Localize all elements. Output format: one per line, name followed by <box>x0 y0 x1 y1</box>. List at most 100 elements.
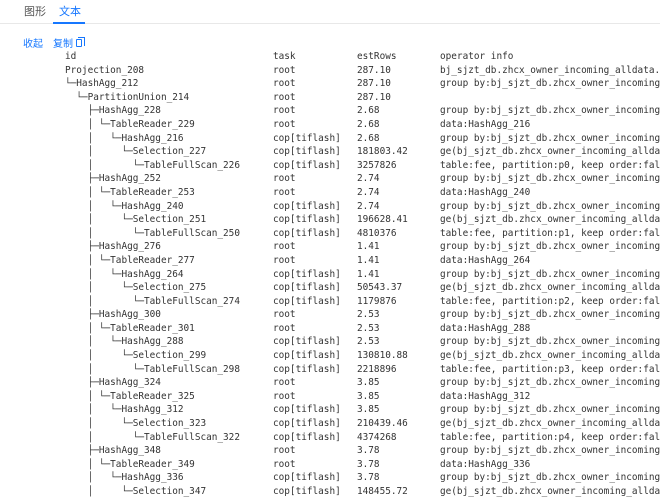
table-row: │ └─TableReader_349 root 3.78 data:HashAgg_… <box>0 458 660 472</box>
cell-id: │ └─TableFullScan_298 <box>65 363 240 375</box>
copy-label: 复制 <box>53 39 73 50</box>
cell-id: │ └─Selection_323 <box>65 418 207 430</box>
cell-id: ├─HashAgg_252 <box>65 173 161 185</box>
tab-bar: 图形 文本 <box>0 0 660 24</box>
table-row: │ └─TableReader_325 root 3.85 data:HashAgg_… <box>0 390 660 404</box>
cell-id: └─PartitionUnion_214 <box>65 91 190 103</box>
cell-task: cop[tiflash] <box>273 132 341 144</box>
cell-id: │ └─HashAgg_288 <box>65 336 184 348</box>
action-bar: 收起 复制 <box>23 35 92 50</box>
cell-operator-info: data:HashAgg_240 <box>440 186 531 198</box>
cell-id: │ └─Selection_251 <box>65 214 207 226</box>
tab-text[interactable]: 文本 <box>59 3 81 19</box>
cell-task: cop[tiflash] <box>273 404 341 416</box>
cell-estrows: 4374268 <box>357 431 397 443</box>
cell-estrows: 3257826 <box>357 159 397 171</box>
cell-estrows: 1.41 <box>357 241 380 253</box>
cell-operator-info: data:HashAgg_336 <box>440 458 531 470</box>
active-tab-indicator <box>53 22 85 24</box>
cell-estrows: 3.78 <box>357 458 380 470</box>
cell-estrows: 2.74 <box>357 186 380 198</box>
cell-operator-info: table:fee, partition:p3, keep order:fals… <box>440 363 660 375</box>
cell-id: │ └─TableReader_253 <box>65 186 195 198</box>
cell-operator-info: group by:bj_sjzt_db.zhcx_owner_incoming_… <box>440 173 660 185</box>
header-id: id <box>65 51 77 62</box>
cell-task: root <box>273 322 296 334</box>
cell-task: cop[tiflash] <box>273 363 341 375</box>
cell-estrows: 287.10 <box>357 91 391 103</box>
table-row: │ └─TableReader_253 root 2.74 data:HashAgg_… <box>0 186 660 200</box>
cell-estrows: 4810376 <box>357 227 397 239</box>
cell-operator-info: group by:bj_sjzt_db.zhcx_owner_incoming_… <box>440 472 660 484</box>
cell-task: cop[tiflash] <box>273 472 341 484</box>
cell-estrows: 2.53 <box>357 309 380 321</box>
table-row: Projection_208 root 287.10 bj_sjzt_db.zhcx_… <box>0 64 660 78</box>
cell-operator-info: table:fee, partition:p2, keep order:fals… <box>440 295 660 307</box>
cell-id: │ └─TableReader_229 <box>65 118 195 130</box>
cell-id: ├─HashAgg_276 <box>65 241 161 253</box>
cell-estrows: 1.41 <box>357 268 380 280</box>
cell-operator-info: group by:bj_sjzt_db.zhcx_owner_incoming_… <box>440 132 660 144</box>
table-row: ├─HashAgg_276 root 1.41 group by:bj_sjzt_db… <box>0 240 660 254</box>
cell-estrows: 3.78 <box>357 445 380 457</box>
cell-estrows: 196628.41 <box>357 214 408 226</box>
cell-id: │ └─TableReader_349 <box>65 458 195 470</box>
cell-id: │ └─HashAgg_216 <box>65 132 184 144</box>
cell-task: cop[tiflash] <box>273 268 341 280</box>
cell-id: ├─HashAgg_300 <box>65 309 161 321</box>
cell-task: root <box>273 241 296 253</box>
cell-task: root <box>273 64 296 76</box>
cell-task: cop[tiflash] <box>273 295 341 307</box>
cell-id: │ └─HashAgg_312 <box>65 404 184 416</box>
cell-estrows: 287.10 <box>357 64 391 76</box>
cell-task: root <box>273 78 296 90</box>
cell-operator-info: group by:bj_sjzt_db.zhcx_owner_incoming_… <box>440 336 660 348</box>
collapse-button[interactable]: 收起 <box>23 35 43 50</box>
cell-operator-info: data:HashAgg_312 <box>440 390 531 402</box>
table-row: │ └─HashAgg_264 cop[tiflash] 1.41 group by:… <box>0 268 660 282</box>
cell-estrows: 287.10 <box>357 78 391 90</box>
cell-task: cop[tiflash] <box>273 214 341 226</box>
table-row: │ └─Selection_347 cop[tiflash] 148455.72 ge… <box>0 485 660 499</box>
cell-operator-info: ge(bj_sjzt_db.zhcx_owner_incoming_alldat… <box>440 282 660 294</box>
table-body: Projection_208 root 287.10 bj_sjzt_db.zhcx_… <box>0 64 660 499</box>
cell-task: cop[tiflash] <box>273 282 341 294</box>
cell-id: │ └─TableReader_325 <box>65 390 195 402</box>
table-row: │ └─Selection_323 cop[tiflash] 210439.46 ge… <box>0 417 660 431</box>
header-task: task <box>273 51 296 62</box>
header-estrows: estRows <box>357 51 397 62</box>
copy-button[interactable]: 复制 <box>53 35 85 50</box>
cell-task: root <box>273 91 296 103</box>
cell-operator-info: group by:bj_sjzt_db.zhcx_owner_incoming_… <box>440 377 660 389</box>
table-row: │ └─HashAgg_336 cop[tiflash] 3.78 group by:… <box>0 471 660 485</box>
cell-id: └─HashAgg_212 <box>65 78 139 90</box>
cell-estrows: 2.68 <box>357 105 380 117</box>
cell-task: cop[tiflash] <box>273 431 341 443</box>
cell-estrows: 50543.37 <box>357 282 403 294</box>
table-row: ├─HashAgg_228 root 2.68 group by:bj_sjzt_db… <box>0 104 660 118</box>
cell-estrows: 2.74 <box>357 200 380 212</box>
table-row: └─HashAgg_212 root 287.10 group by:bj_sjzt_… <box>0 77 660 91</box>
cell-id: ├─HashAgg_348 <box>65 445 161 457</box>
cell-operator-info: ge(bj_sjzt_db.zhcx_owner_incoming_alldat… <box>440 486 660 497</box>
cell-operator-info: group by:bj_sjzt_db.zhcx_owner_incoming_… <box>440 241 660 253</box>
cell-estrows: 2.68 <box>357 132 380 144</box>
cell-task: root <box>273 377 296 389</box>
cell-operator-info: group by:bj_sjzt_db.zhcx_owner_incoming_… <box>440 445 660 457</box>
cell-operator-info: ge(bj_sjzt_db.zhcx_owner_incoming_alldat… <box>440 418 660 430</box>
table-row: ├─HashAgg_348 root 3.78 group by:bj_sjzt_db… <box>0 444 660 458</box>
cell-estrows: 1.41 <box>357 254 380 266</box>
tab-graph[interactable]: 图形 <box>24 3 46 19</box>
cell-operator-info: group by:bj_sjzt_db.zhcx_owner_incoming_… <box>440 404 660 416</box>
cell-id: ├─HashAgg_324 <box>65 377 161 389</box>
table-row: ├─HashAgg_300 root 2.53 group by:bj_sjzt_db… <box>0 308 660 322</box>
cell-id: │ └─Selection_299 <box>65 350 207 362</box>
table-row: │ └─HashAgg_216 cop[tiflash] 2.68 group by:… <box>0 132 660 146</box>
cell-operator-info: group by:bj_sjzt_db.zhcx_owner_incoming_… <box>440 105 660 117</box>
table-row: │ └─TableFullScan_250 cop[tiflash] 4810376… <box>0 227 660 241</box>
cell-task: root <box>273 254 296 266</box>
table-row: └─PartitionUnion_214 root 287.10 <box>0 91 660 105</box>
table-row: │ └─TableFullScan_298 cop[tiflash] 2218896… <box>0 363 660 377</box>
cell-task: cop[tiflash] <box>273 350 341 362</box>
cell-id: Projection_208 <box>65 64 145 76</box>
